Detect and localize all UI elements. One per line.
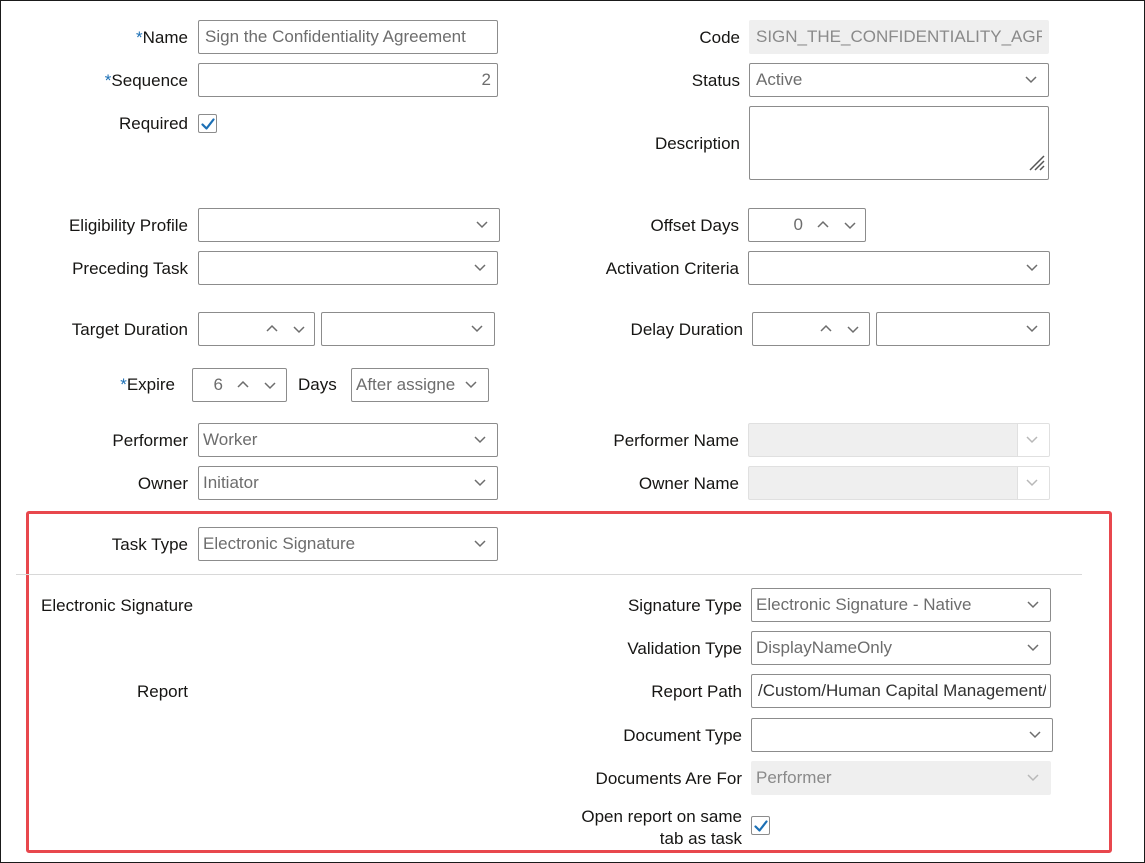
- code-field: SIGN_THE_CONFIDENTIALITY_AGREEM: [749, 20, 1049, 54]
- chevron-down-icon: [1026, 770, 1040, 784]
- preceding-task-select[interactable]: [198, 251, 498, 285]
- owner-name-label: Owner Name: [638, 474, 739, 493]
- expire-stepper[interactable]: 6: [192, 368, 287, 402]
- performer-select[interactable]: Worker: [198, 423, 498, 457]
- task-type-label: Task Type: [111, 535, 188, 554]
- required-checkbox[interactable]: [198, 114, 217, 133]
- open-report-label: Open report on same tab as task: [581, 807, 742, 848]
- target-duration-unit-select[interactable]: [321, 312, 495, 346]
- status-select[interactable]: Active: [749, 63, 1049, 97]
- increment-icon[interactable]: [236, 378, 250, 392]
- decrement-icon[interactable]: [292, 322, 306, 336]
- report-section-label: Report: [136, 682, 188, 701]
- open-report-checkbox[interactable]: [751, 816, 770, 835]
- validation-type-select[interactable]: DisplayNameOnly: [751, 631, 1051, 665]
- chevron-down-icon: [1026, 597, 1040, 611]
- performer-label: Performer: [112, 431, 188, 450]
- preceding-task-label: Preceding Task: [72, 259, 188, 278]
- chevron-down-icon: [473, 475, 487, 489]
- checkmark-icon: [201, 118, 215, 130]
- owner-name-select: [748, 466, 1050, 500]
- eligibility-profile-select[interactable]: [198, 208, 500, 242]
- report-path-label: Report Path: [651, 682, 742, 701]
- target-duration-label: Target Duration: [71, 320, 188, 339]
- chevron-down-icon: [470, 321, 484, 335]
- signature-type-label: Signature Type: [627, 596, 742, 615]
- increment-icon[interactable]: [816, 218, 830, 232]
- chevron-down-icon: [1026, 640, 1040, 654]
- target-duration-stepper[interactable]: [198, 312, 315, 346]
- sequence-label: *Sequence: [104, 71, 188, 90]
- delay-duration-label: Delay Duration: [630, 320, 743, 339]
- increment-icon[interactable]: [819, 322, 833, 336]
- chevron-down-icon: [1025, 321, 1039, 335]
- section-divider: [16, 574, 1082, 575]
- offset-days-stepper[interactable]: 0: [748, 208, 866, 242]
- expire-when-select[interactable]: After assigned: [351, 368, 489, 402]
- chevron-down-icon: [475, 217, 489, 231]
- activation-criteria-label: Activation Criteria: [605, 259, 739, 278]
- delay-duration-stepper[interactable]: [752, 312, 870, 346]
- performer-name-label: Performer Name: [613, 431, 739, 450]
- chevron-down-icon: [1025, 432, 1039, 446]
- sequence-input[interactable]: 2: [198, 63, 498, 97]
- documents-are-for-select: Performer: [751, 761, 1051, 795]
- decrement-icon[interactable]: [843, 218, 857, 232]
- chevron-down-icon: [473, 536, 487, 550]
- document-type-label: Document Type: [623, 726, 742, 745]
- description-textarea[interactable]: [749, 106, 1049, 180]
- document-type-select[interactable]: [751, 718, 1053, 752]
- expire-days-label: Days: [298, 375, 337, 394]
- name-label: *Name: [136, 28, 188, 47]
- increment-icon[interactable]: [265, 322, 279, 336]
- checkmark-icon: [754, 820, 768, 832]
- resize-handle-icon[interactable]: [1026, 152, 1046, 177]
- performer-name-select: [748, 423, 1050, 457]
- validation-type-label: Validation Type: [627, 639, 742, 658]
- chevron-down-icon: [1024, 72, 1038, 86]
- chevron-down-icon: [1028, 727, 1042, 741]
- expire-label: *Expire: [120, 375, 175, 394]
- signature-type-select[interactable]: Electronic Signature - Native: [751, 588, 1051, 622]
- chevron-down-icon: [1025, 475, 1039, 489]
- electronic-signature-section-label: Electronic Signature: [41, 596, 194, 615]
- chevron-down-icon: [1025, 260, 1039, 274]
- name-input[interactable]: Sign the Confidentiality Agreement: [198, 20, 498, 54]
- task-type-select[interactable]: Electronic Signature: [198, 527, 498, 561]
- owner-label: Owner: [137, 474, 188, 493]
- delay-duration-unit-select[interactable]: [876, 312, 1050, 346]
- description-label: Description: [654, 134, 740, 153]
- eligibility-profile-label: Eligibility Profile: [68, 216, 188, 235]
- required-label: Required: [119, 114, 188, 133]
- owner-select[interactable]: Initiator: [198, 466, 498, 500]
- report-path-input[interactable]: /Custom/Human Capital Management/: [751, 674, 1051, 708]
- documents-are-for-label: Documents Are For: [595, 769, 742, 788]
- chevron-down-icon: [473, 260, 487, 274]
- decrement-icon[interactable]: [846, 322, 860, 336]
- activation-criteria-select[interactable]: [748, 251, 1050, 285]
- code-label: Code: [699, 28, 740, 47]
- chevron-down-icon: [464, 377, 478, 391]
- status-label: Status: [691, 71, 740, 90]
- chevron-down-icon: [473, 432, 487, 446]
- offset-days-label: Offset Days: [650, 216, 740, 235]
- decrement-icon[interactable]: [263, 378, 277, 392]
